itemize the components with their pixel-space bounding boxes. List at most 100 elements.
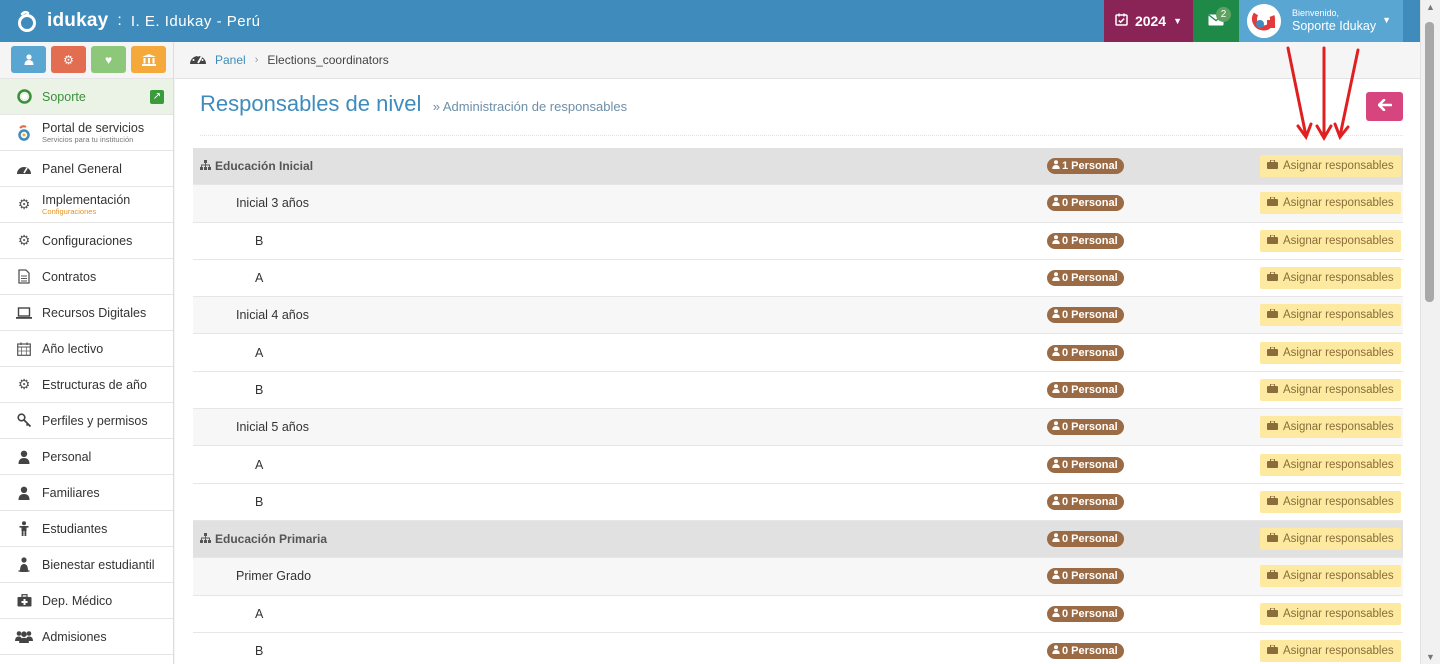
sidebar-item-implementacion[interactable]: ⚙ Implementación Configuraciones [0, 187, 173, 223]
assign-responsables-button[interactable]: Asignar responsables [1260, 640, 1401, 662]
sidebar-item-panel-general[interactable]: Panel General [0, 151, 173, 187]
back-button[interactable] [1366, 92, 1403, 121]
breadcrumb: Panel › Elections_coordinators [175, 42, 1420, 79]
scroll-up-icon[interactable]: ▲ [1426, 2, 1435, 12]
sidebar-item-ano-lectivo[interactable]: Año lectivo [0, 331, 173, 367]
messages-button[interactable]: 2 [1193, 0, 1239, 42]
sidebar-item-label: Panel General [42, 161, 122, 176]
assign-responsables-label: Asignar responsables [1283, 458, 1394, 471]
row-name-text: Educación Inicial [215, 159, 314, 174]
personal-count-badge: 0 Personal [1047, 270, 1124, 287]
sidebar-item-contratos[interactable]: Contratos [0, 259, 173, 295]
assign-responsables-label: Asignar responsables [1283, 309, 1394, 322]
assign-responsables-button[interactable]: Asignar responsables [1260, 192, 1401, 215]
briefcase-icon [1267, 383, 1278, 396]
shortcut-user-button[interactable] [11, 46, 46, 73]
sidebar-item-soporte[interactable]: Soporte ↗ [0, 79, 173, 115]
sidebar-item-admisiones[interactable]: Admisiones [0, 619, 173, 655]
sidebar-item-label: Estudiantes [42, 521, 108, 536]
briefcase-icon [1267, 346, 1278, 359]
chevron-right-icon: › [254, 54, 259, 66]
external-link-icon[interactable]: ↗ [150, 89, 164, 104]
row-name: A [255, 346, 263, 360]
assign-responsables-button[interactable]: Asignar responsables [1260, 528, 1401, 551]
calendar-check-icon [1115, 13, 1128, 29]
brand-separator: : [117, 12, 122, 29]
row-name: A [255, 271, 263, 285]
briefcase-icon [1267, 308, 1278, 321]
personal-count-badge: 0 Personal [1047, 568, 1124, 585]
shortcut-health-button[interactable]: ♥ [91, 46, 126, 73]
briefcase-icon [1267, 159, 1278, 172]
row-name: Inicial 4 años [236, 308, 309, 322]
breadcrumb-home-link[interactable]: Panel [215, 53, 246, 67]
sidebar-item-configuraciones[interactable]: ⚙ Configuraciones [0, 223, 173, 259]
sidebar-item-recursos-digitales[interactable]: Recursos Digitales [0, 295, 173, 331]
user-menu-button[interactable]: Bienvenido, Soporte Idukay ▼ [1239, 0, 1403, 42]
sidebar-item-label: Perfiles y permisos [42, 413, 148, 428]
sidebar-item-estructuras-ano[interactable]: ⚙ Estructuras de año [0, 367, 173, 403]
sidebar-item-label: Portal de servicios [42, 121, 145, 135]
sidebar-item-familiares[interactable]: Familiares [0, 475, 173, 511]
personal-count-label: 1 Personal [1062, 160, 1118, 173]
user-icon [1052, 421, 1060, 433]
row-name-text: Inicial 4 años [236, 308, 309, 323]
chevron-down-icon: ▼ [1173, 16, 1183, 26]
section-row: B 0 Personal Asignar responsables [193, 483, 1403, 521]
vertical-scrollbar[interactable]: ▲ ▼ [1420, 0, 1440, 664]
gear-icon: ⚙ [17, 376, 31, 392]
sidebar-item-estudiantes[interactable]: Estudiantes [0, 511, 173, 547]
personal-count-badge: 0 Personal [1047, 493, 1124, 510]
sidebar-item-bienestar-estudiantil[interactable]: Bienestar estudiantil [0, 547, 173, 583]
sidebar-item-personal[interactable]: Personal [0, 439, 173, 475]
scrollbar-thumb[interactable] [1425, 22, 1434, 302]
assign-responsables-button[interactable]: Asignar responsables [1260, 453, 1401, 476]
assign-responsables-button[interactable]: Asignar responsables [1260, 267, 1401, 290]
sidebar-item-dep-medico[interactable]: Dep. Médico [0, 583, 173, 619]
user-icon [1052, 309, 1060, 321]
year-selector-button[interactable]: 2024 ▼ [1104, 0, 1193, 42]
assign-responsables-button[interactable]: Asignar responsables [1260, 341, 1401, 364]
assign-responsables-button[interactable]: Asignar responsables [1260, 565, 1401, 588]
assign-responsables-button[interactable]: Asignar responsables [1260, 378, 1401, 401]
page-subtitle: » Administración de responsables [432, 99, 628, 114]
personal-count-label: 0 Personal [1062, 272, 1118, 285]
sidebar-item-label: Año lectivo [42, 341, 104, 356]
sidebar-item-label: Contratos [42, 269, 97, 284]
sidebar: ⚙ ♥ Soporte ↗ Portal de servicios Servic… [0, 42, 174, 664]
scroll-down-icon[interactable]: ▼ [1426, 652, 1435, 662]
personal-count-label: 0 Personal [1062, 309, 1118, 322]
shortcut-settings-button[interactable]: ⚙ [51, 46, 86, 73]
assign-responsables-label: Asignar responsables [1283, 197, 1394, 210]
briefcase-icon [1267, 271, 1278, 284]
assign-responsables-button[interactable]: Asignar responsables [1260, 416, 1401, 439]
sidebar-item-perfiles-permisos[interactable]: Perfiles y permisos [0, 403, 173, 439]
sidebar-item-sublabel: Servicios para tu institución [42, 134, 134, 144]
row-name-text: B [255, 382, 264, 397]
sidebar-item-portal-servicios[interactable]: Portal de servicios Servicios para tu in… [0, 115, 173, 151]
gears-icon: ⚙ [17, 196, 31, 212]
medkit-icon [15, 594, 33, 607]
personal-count-badge: 0 Personal [1047, 531, 1124, 548]
sidebar-item-label: Estructuras de año [42, 377, 147, 392]
sidebar-item-label: Personal [42, 449, 92, 464]
assign-responsables-button[interactable]: Asignar responsables [1260, 490, 1401, 513]
breadcrumb-current: Elections_coordinators [267, 53, 389, 67]
main-content: Responsables de nivel » Administración d… [175, 79, 1420, 664]
user-icon [15, 450, 33, 464]
assign-responsables-button[interactable]: Asignar responsables [1260, 602, 1401, 625]
shortcut-institution-button[interactable] [131, 46, 166, 73]
assign-responsables-button[interactable]: Asignar responsables [1260, 155, 1401, 178]
page-title: Responsables de nivel [200, 91, 422, 116]
row-name: B [255, 383, 263, 397]
brand[interactable]: idukay : I. E. Idukay - Perú [0, 10, 260, 32]
row-name-text: A [255, 271, 264, 286]
assign-responsables-button[interactable]: Asignar responsables [1260, 304, 1401, 327]
assign-responsables-button[interactable]: Asignar responsables [1260, 229, 1401, 252]
sidebar-item-label: Dep. Médico [42, 593, 113, 608]
row-name-text: A [255, 345, 264, 360]
calendar-icon [15, 342, 33, 356]
sidebar-item-label: Configuraciones [42, 233, 133, 248]
row-name: Primer Grado [236, 569, 311, 583]
user-icon [1052, 570, 1060, 582]
